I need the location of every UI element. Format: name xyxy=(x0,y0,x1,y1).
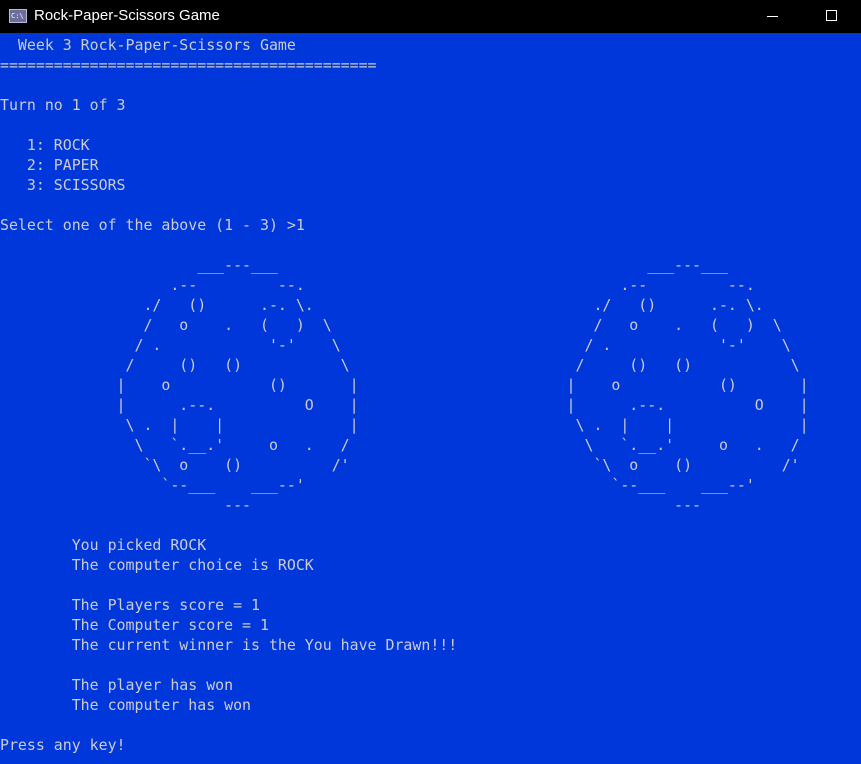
turn-counter: Turn no 1 of 3 xyxy=(0,96,126,114)
selection-prompt: Select one of the above (1 - 3) >1 xyxy=(0,216,305,234)
heading-underline: ========================================… xyxy=(0,56,377,74)
option-rock: 1: ROCK xyxy=(0,136,90,154)
game-heading: Week 3 Rock-Paper-Scissors Game xyxy=(0,36,296,54)
press-any-key-prompt: Press any key! xyxy=(0,736,126,754)
player-score-text: The Players score = 1 xyxy=(0,596,260,614)
option-paper: 2: PAPER xyxy=(0,156,99,174)
player-won-text: The player has won xyxy=(0,676,234,694)
option-scissors: 3: SCISSORS xyxy=(0,176,126,194)
computer-pick-text: The computer choice is ROCK xyxy=(0,556,314,574)
console-window: C:\ Rock-Paper-Scissors Game Week 3 Rock… xyxy=(0,0,861,764)
current-winner-text: The current winner is the You have Drawn… xyxy=(0,636,458,654)
window-title: Rock-Paper-Scissors Game xyxy=(34,7,220,24)
maximize-button[interactable] xyxy=(808,0,854,33)
console-output: Week 3 Rock-Paper-Scissors Game ========… xyxy=(0,35,861,764)
title-bar[interactable]: C:\ Rock-Paper-Scissors Game xyxy=(0,0,861,33)
minimize-icon xyxy=(767,16,778,17)
computer-won-text: The computer has won xyxy=(0,696,252,714)
maximize-icon xyxy=(826,10,837,21)
player-rock-ascii-art: ___---___ .-- --. ./ () .-. \. / o . ( )… xyxy=(116,256,359,514)
computer-score-text: The Computer score = 1 xyxy=(0,616,269,634)
console-app-icon: C:\ xyxy=(9,9,27,23)
player-pick-text: You picked ROCK xyxy=(0,536,207,554)
minimize-button[interactable] xyxy=(749,0,795,33)
computer-rock-ascii-art: ___---___ .-- --. ./ () .-. \. / o . ( )… xyxy=(566,256,809,514)
